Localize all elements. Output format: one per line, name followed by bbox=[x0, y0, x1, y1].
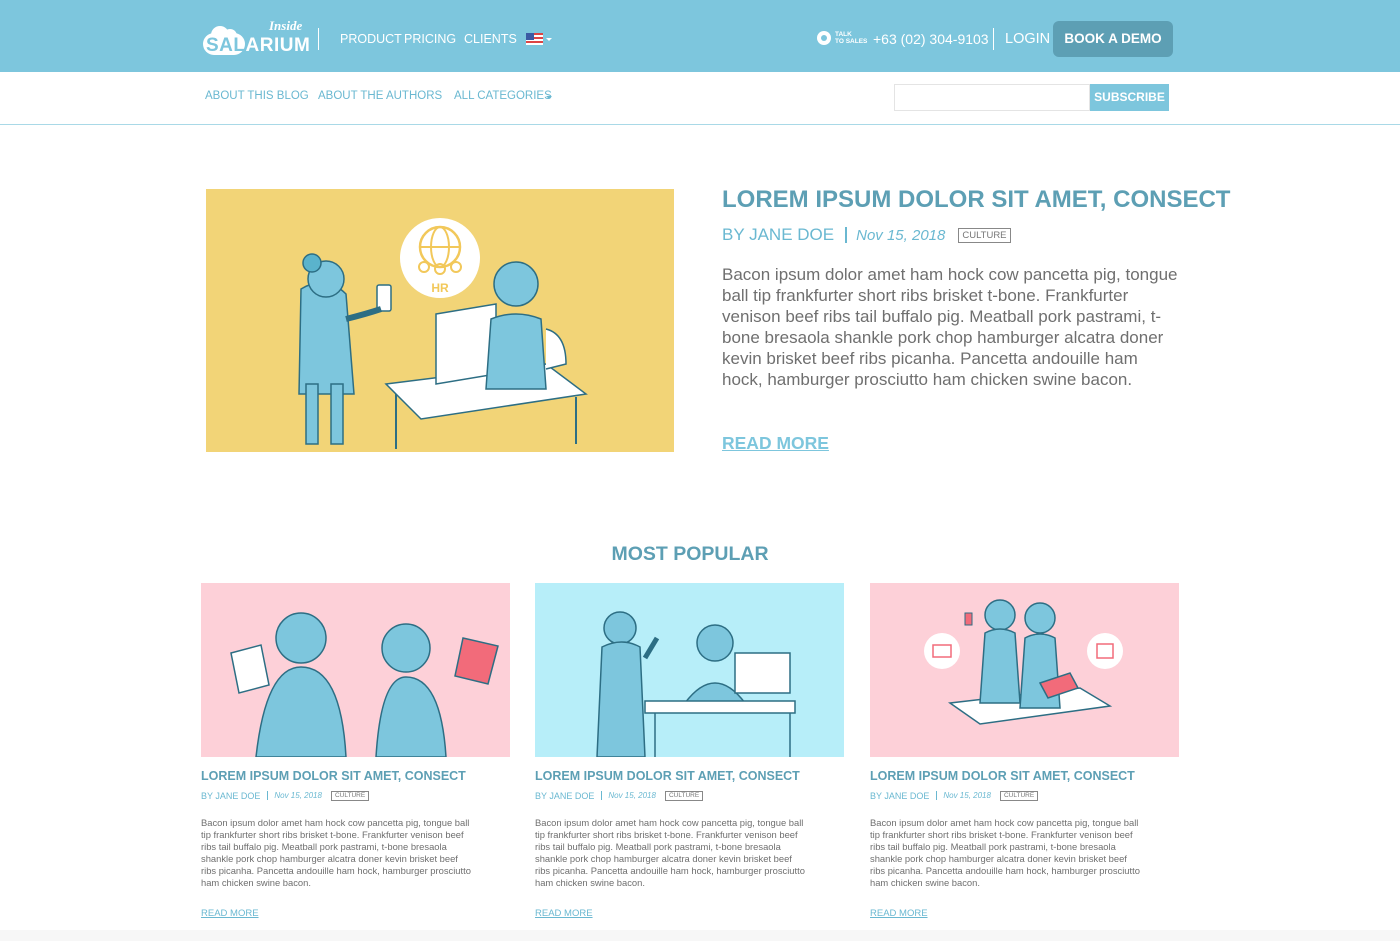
card-excerpt: Bacon ipsum dolor amet ham hock cow panc… bbox=[535, 817, 805, 888]
card-author[interactable]: BY JANE DOE bbox=[201, 791, 260, 801]
category-tag[interactable]: CULTURE bbox=[999, 790, 1039, 801]
book-demo-button[interactable]: BOOK A DEMO bbox=[1053, 21, 1173, 57]
nav-product[interactable]: PRODUCT bbox=[340, 32, 402, 46]
card-illustration[interactable] bbox=[870, 583, 1179, 757]
chevron-down-icon[interactable] bbox=[546, 38, 552, 41]
subnav-all-categories[interactable]: ALL CATEGORIES bbox=[454, 90, 552, 102]
divider bbox=[993, 28, 994, 50]
category-tag[interactable]: CULTURE bbox=[958, 227, 1011, 243]
meta-separator bbox=[936, 791, 938, 800]
subnav-about-authors[interactable]: ABOUT THE AUTHORS bbox=[318, 90, 442, 102]
card-illustration[interactable] bbox=[201, 583, 510, 757]
blog-subnav: ABOUT THIS BLOG ABOUT THE AUTHORS ALL CA… bbox=[0, 72, 1400, 125]
category-tag[interactable]: CULTURE bbox=[330, 790, 370, 801]
featured-excerpt: Bacon ipsum dolor amet ham hock cow panc… bbox=[722, 265, 1178, 389]
top-header: Inside SALARIUM PRODUCT PRICING CLIENTS … bbox=[0, 0, 1400, 72]
sales-phone-link[interactable]: +63 (02) 304-9103 bbox=[873, 31, 989, 47]
card-read-more-link[interactable]: READ MORE bbox=[201, 908, 259, 919]
card-read-more-link[interactable]: READ MORE bbox=[870, 908, 928, 919]
featured-read-more-link[interactable]: READ MORE bbox=[722, 433, 829, 454]
card-excerpt: Bacon ipsum dolor amet ham hock cow panc… bbox=[870, 817, 1140, 888]
card-author[interactable]: BY JANE DOE bbox=[870, 791, 929, 801]
card-author[interactable]: BY JANE DOE bbox=[535, 791, 594, 801]
meta-separator bbox=[845, 227, 848, 243]
most-popular-heading: MOST POPULAR bbox=[611, 543, 769, 565]
nav-clients[interactable]: CLIENTS bbox=[464, 32, 517, 46]
featured-meta: BY JANE DOE Nov 15, 2018 CULTURE bbox=[722, 225, 1011, 245]
subscribe-button[interactable]: SUBSCRIBE bbox=[1090, 84, 1169, 111]
subnav-about-blog[interactable]: ABOUT THIS BLOG bbox=[205, 90, 309, 102]
hr-badge-text: HR bbox=[431, 281, 449, 295]
login-link[interactable]: LOGIN bbox=[1005, 31, 1050, 47]
page-footer-edge bbox=[0, 930, 1400, 941]
nav-pricing[interactable]: PRICING bbox=[404, 32, 456, 46]
meta-separator bbox=[267, 791, 269, 800]
featured-author[interactable]: BY JANE DOE bbox=[722, 225, 834, 245]
popular-card: LOREM IPSUM DOLOR SIT AMET, CONSECT BY J… bbox=[201, 583, 511, 928]
category-tag[interactable]: CULTURE bbox=[664, 790, 704, 801]
subscribe-email-input[interactable] bbox=[894, 84, 1090, 111]
featured-illustration[interactable]: HR bbox=[206, 189, 674, 452]
card-title[interactable]: LOREM IPSUM DOLOR SIT AMET, CONSECT bbox=[535, 769, 800, 783]
card-date: Nov 15, 2018 bbox=[608, 791, 656, 800]
logo-inside-text: Inside bbox=[269, 18, 303, 33]
card-date: Nov 15, 2018 bbox=[943, 791, 991, 800]
card-illustration[interactable] bbox=[535, 583, 844, 757]
card-meta: BY JANE DOE Nov 15, 2018 CULTURE bbox=[201, 790, 370, 801]
logo-wordmark: SALARIUM bbox=[206, 35, 311, 56]
card-excerpt: Bacon ipsum dolor amet ham hock cow panc… bbox=[201, 817, 471, 888]
us-flag-icon[interactable] bbox=[526, 33, 543, 45]
card-read-more-link[interactable]: READ MORE bbox=[535, 908, 593, 919]
salarium-logo[interactable]: Inside SALARIUM bbox=[203, 16, 311, 56]
meta-separator bbox=[601, 791, 603, 800]
card-title[interactable]: LOREM IPSUM DOLOR SIT AMET, CONSECT bbox=[870, 769, 1135, 783]
divider bbox=[318, 28, 319, 50]
headset-icon bbox=[817, 31, 831, 45]
chevron-down-icon[interactable] bbox=[546, 96, 552, 99]
featured-date: Nov 15, 2018 bbox=[856, 226, 946, 244]
popular-card: LOREM IPSUM DOLOR SIT AMET, CONSECT BY J… bbox=[870, 583, 1180, 928]
popular-card: LOREM IPSUM DOLOR SIT AMET, CONSECT BY J… bbox=[535, 583, 845, 928]
card-date: Nov 15, 2018 bbox=[274, 791, 322, 800]
card-meta: BY JANE DOE Nov 15, 2018 CULTURE bbox=[870, 790, 1039, 801]
talk-to-sales-label: TALK TO SALES bbox=[835, 31, 868, 45]
featured-title[interactable]: LOREM IPSUM DOLOR SIT AMET, CONSECT bbox=[722, 186, 1230, 214]
card-meta: BY JANE DOE Nov 15, 2018 CULTURE bbox=[535, 790, 704, 801]
card-title[interactable]: LOREM IPSUM DOLOR SIT AMET, CONSECT bbox=[201, 769, 466, 783]
